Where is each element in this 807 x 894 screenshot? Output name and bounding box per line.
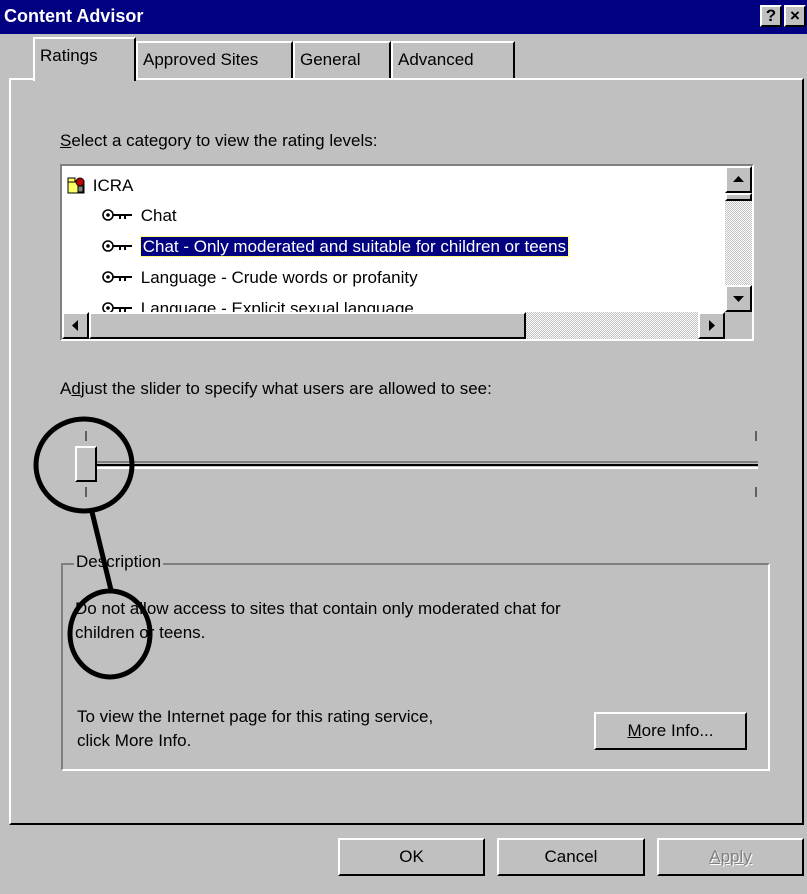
tab-general[interactable]: General bbox=[293, 41, 391, 78]
category-list[interactable]: ICRA Chat Chat - Only moderated and suit… bbox=[60, 164, 754, 341]
close-button[interactable]: × bbox=[784, 5, 806, 27]
tab-ratings[interactable]: Ratings bbox=[33, 37, 136, 81]
description-text-line2: children or teens. bbox=[75, 623, 206, 642]
key-icon bbox=[102, 240, 132, 252]
horizontal-scroll-thumb[interactable] bbox=[89, 312, 526, 339]
info-text-line2: click More Info. bbox=[77, 731, 192, 750]
scroll-down-button[interactable] bbox=[725, 285, 752, 312]
ok-button[interactable]: OK bbox=[338, 838, 485, 876]
left-arrow-icon bbox=[72, 320, 78, 331]
apply-button[interactable]: Apply bbox=[657, 838, 804, 876]
description-text-line1: Do not allow access to sites that contai… bbox=[75, 599, 561, 618]
vertical-scroll-thumb[interactable] bbox=[725, 193, 752, 201]
scroll-left-button[interactable] bbox=[62, 312, 89, 339]
slider-thumb[interactable] bbox=[75, 446, 97, 482]
slider-prompt: Adjust the slider to specify what users … bbox=[60, 379, 492, 398]
slider-track bbox=[85, 431, 758, 497]
description-group-label: Description bbox=[74, 552, 164, 572]
info-text-line1: To view the Internet page for this ratin… bbox=[77, 707, 434, 726]
window-title: Content Advisor bbox=[4, 6, 144, 26]
down-arrow-icon bbox=[733, 296, 744, 302]
tab-approved-sites[interactable]: Approved Sites bbox=[136, 41, 293, 78]
scroll-corner bbox=[725, 312, 752, 339]
more-info-button[interactable]: More Info... bbox=[594, 712, 747, 750]
list-item-chat-moderated[interactable]: Chat - Only moderated and suitable for c… bbox=[102, 232, 570, 262]
category-prompt: Select a category to view the rating lev… bbox=[60, 131, 378, 150]
rating-slider[interactable] bbox=[60, 425, 760, 505]
list-item-language-crude[interactable]: Language - Crude words or profanity bbox=[102, 263, 418, 293]
key-icon bbox=[102, 209, 132, 221]
scroll-up-button[interactable] bbox=[725, 166, 752, 193]
ratings-folder-icon bbox=[67, 177, 85, 194]
tab-advanced[interactable]: Advanced bbox=[391, 41, 515, 78]
help-button[interactable]: ? bbox=[760, 5, 782, 27]
scroll-right-button[interactable] bbox=[698, 312, 725, 339]
right-arrow-icon bbox=[709, 320, 715, 331]
cancel-button[interactable]: Cancel bbox=[497, 838, 645, 876]
list-item-chat[interactable]: Chat bbox=[102, 201, 177, 231]
key-icon bbox=[102, 271, 132, 283]
list-item-icra[interactable]: ICRA bbox=[66, 171, 133, 201]
up-arrow-icon bbox=[733, 176, 744, 182]
